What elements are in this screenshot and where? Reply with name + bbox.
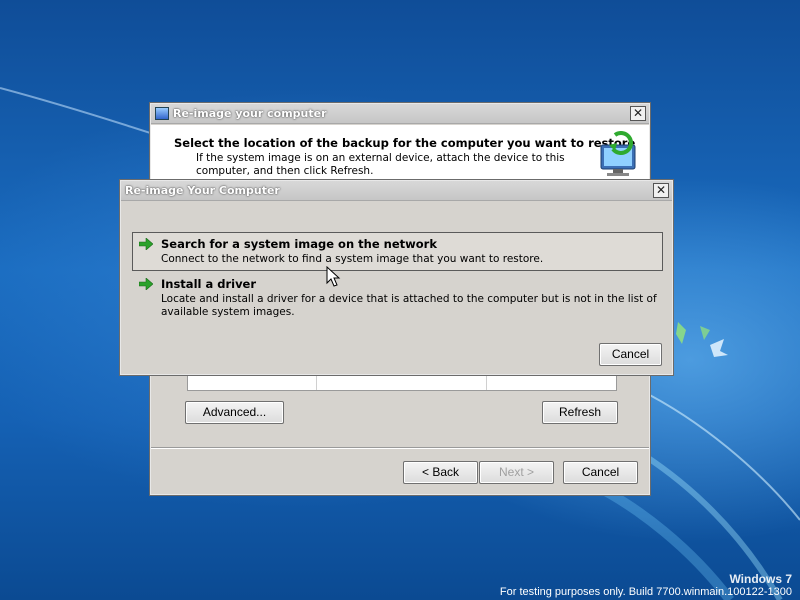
computer-icon	[155, 107, 169, 120]
backup-restore-icon	[600, 131, 636, 176]
wizard-header-title: Select the location of the backup for th…	[174, 136, 636, 150]
wizard-title: Re-image your computer	[173, 107, 327, 120]
refresh-button[interactable]: Refresh	[542, 401, 618, 424]
dialog-titlebar: Re-image Your Computer ✕	[121, 181, 672, 201]
dialog-cancel-button[interactable]: Cancel	[599, 343, 662, 366]
advanced-button[interactable]: Advanced...	[185, 401, 284, 424]
option-description: Locate and install a driver for a device…	[161, 293, 657, 318]
search-network-option[interactable]: Search for a system image on the network…	[132, 232, 663, 271]
wizard-close-button[interactable]: ✕	[630, 106, 646, 121]
watermark-title: Windows 7	[729, 572, 792, 586]
green-arrow-icon	[139, 278, 153, 290]
next-button[interactable]: Next >	[479, 461, 554, 484]
mouse-cursor-icon	[326, 266, 341, 287]
watermark-build: For testing purposes only. Build 7700.wi…	[499, 586, 792, 598]
wizard-header: Select the location of the backup for th…	[151, 125, 649, 184]
reimage-options-dialog: Re-image Your Computer ✕ Search for a sy…	[119, 179, 674, 376]
wizard-separator	[151, 447, 649, 449]
windows-watermark: Windows 7 For testing purposes only. Bui…	[500, 572, 792, 598]
install-driver-option[interactable]: Install a driver Locate and install a dr…	[132, 272, 663, 320]
dialog-close-button[interactable]: ✕	[653, 183, 669, 198]
wizard-header-description: If the system image is on an external de…	[196, 152, 565, 177]
wizard-cancel-button[interactable]: Cancel	[563, 461, 638, 484]
green-arrow-icon	[139, 238, 153, 250]
back-button[interactable]: < Back	[403, 461, 478, 484]
wizard-titlebar: Re-image your computer ✕	[151, 104, 649, 124]
dialog-title: Re-image Your Computer	[125, 184, 280, 197]
option-title: Install a driver	[161, 277, 257, 291]
option-description: Connect to the network to find a system …	[161, 253, 544, 265]
option-title: Search for a system image on the network	[161, 237, 437, 251]
